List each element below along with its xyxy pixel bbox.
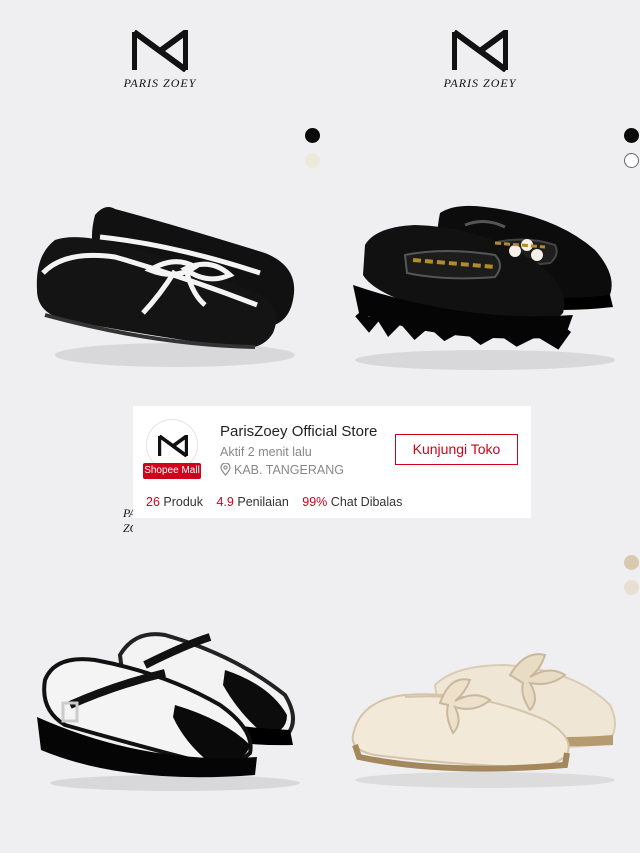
store-name[interactable]: ParisZoey Official Store <box>220 423 377 440</box>
swatch-black[interactable] <box>305 128 320 143</box>
products-label: Produk <box>163 495 203 509</box>
brand-logo-right: PARIS ZOEY <box>420 30 540 91</box>
store-stats: 26 Produk 4.9 Penilaian 99% Chat Dibalas <box>146 495 402 509</box>
chat-response-rate: 99% <box>302 495 328 509</box>
store-card[interactable]: Shopee Mall ParisZoey Official Store Akt… <box>133 406 531 518</box>
store-location-text: KAB. TANGERANG <box>234 463 344 477</box>
store-location: KAB. TANGERANG <box>220 462 344 477</box>
swatch-cream[interactable] <box>624 580 639 595</box>
mary-jane-platform-icon[interactable] <box>25 625 305 795</box>
black-ballet-flat-icon[interactable] <box>25 195 305 375</box>
shopee-mall-badge: Shopee Mall <box>143 463 201 479</box>
products-count: 26 <box>146 495 160 509</box>
pz-monogram-icon <box>158 435 188 457</box>
location-pin-icon <box>220 462 231 476</box>
black-patent-loafer-icon[interactable] <box>345 195 625 375</box>
swatch-black[interactable] <box>624 128 639 143</box>
rating-value: 4.9 <box>216 495 234 509</box>
swatch-cream[interactable] <box>305 153 320 168</box>
brand-name: PARIS ZOEY <box>123 76 197 90</box>
store-active-status: Aktif 2 menit lalu <box>220 445 312 459</box>
brand-name-partial: PARIS ZOEY <box>123 506 133 535</box>
brand-name: PARIS ZOEY <box>443 76 517 90</box>
swatch-beige[interactable] <box>624 555 639 570</box>
rating-label: Penilaian <box>237 495 289 509</box>
pz-monogram-icon <box>132 30 188 72</box>
visit-store-button[interactable]: Kunjungi Toko <box>395 434 518 465</box>
chat-response-label: Chat Dibalas <box>330 495 403 509</box>
pz-monogram-icon <box>452 30 508 72</box>
brand-logo-left: PARIS ZOEY <box>100 30 220 91</box>
swatch-white[interactable] <box>624 153 639 168</box>
cream-mule-icon[interactable] <box>345 625 625 795</box>
